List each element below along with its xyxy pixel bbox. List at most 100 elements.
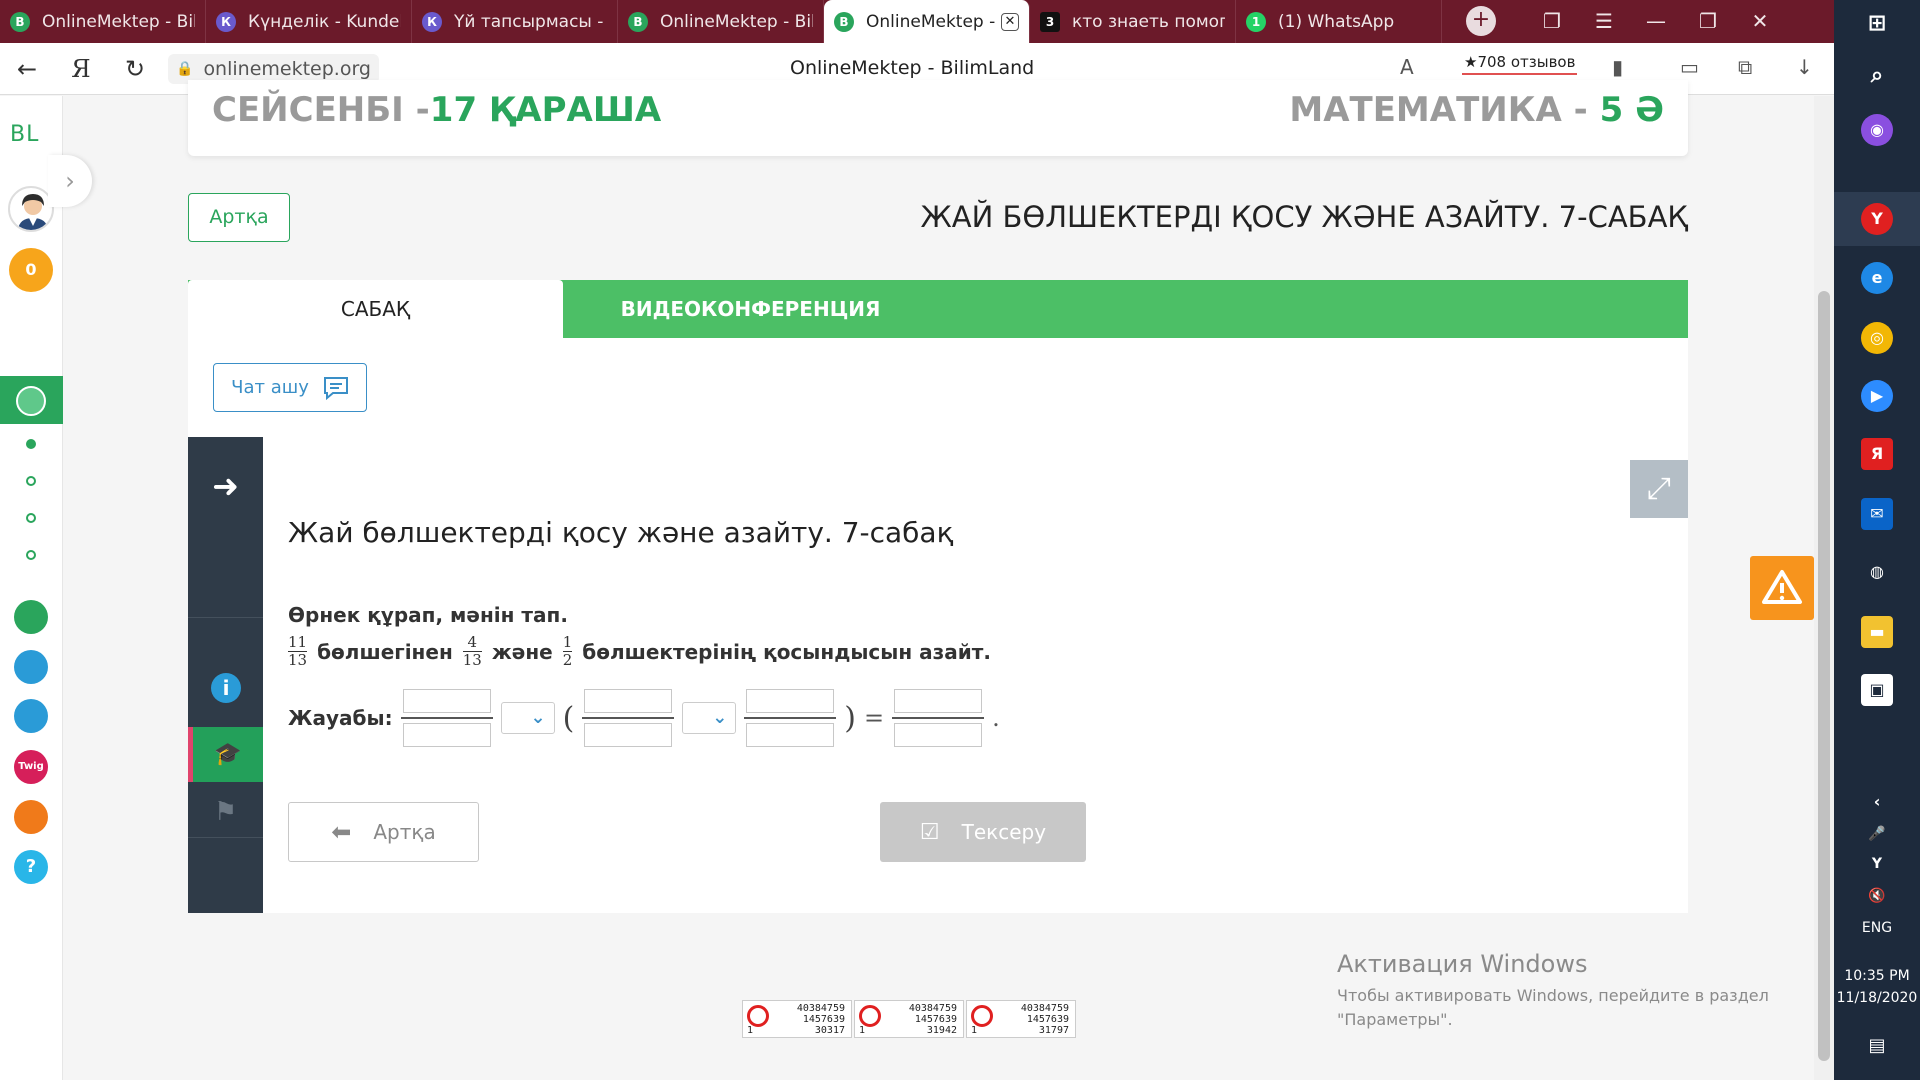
back-arrow-icon[interactable]: ← xyxy=(0,55,54,83)
help-icon[interactable]: ? xyxy=(14,850,48,884)
store-icon[interactable]: ▣ xyxy=(1861,674,1893,706)
question-word: бөлшектерінің қосындысын азайт. xyxy=(582,639,991,664)
edge-icon[interactable]: e xyxy=(1861,262,1893,294)
clock-date[interactable]: 11/18/2020 xyxy=(1834,990,1920,1006)
minimize-icon[interactable]: — xyxy=(1630,0,1682,43)
zoom-icon[interactable]: ▶ xyxy=(1861,380,1893,412)
menu-icon[interactable]: ☰ xyxy=(1578,0,1630,43)
next-arrow-icon[interactable]: ➜ xyxy=(188,467,263,507)
report-warning-button[interactable] xyxy=(1750,556,1814,620)
denominator-input[interactable] xyxy=(584,723,673,747)
flag-icon[interactable]: ⚑ xyxy=(188,787,263,837)
bookmark-icon[interactable]: ▮ xyxy=(1612,55,1623,79)
sidebar-item-onlinemektep[interactable] xyxy=(0,376,63,424)
onlinemektep-favicon: B xyxy=(10,11,30,32)
denominator-input[interactable] xyxy=(746,723,835,747)
alice-icon[interactable]: ◉ xyxy=(1861,114,1893,146)
lesson-heading: ЖАЙ БӨЛШЕКТЕРДІ ҚОСУ ЖӘНЕ АЗАЙТУ. 7-САБА… xyxy=(920,200,1688,234)
bilimland-app-icon[interactable] xyxy=(14,600,48,634)
counter-widget[interactable]: 40384759 1457639 31797 1 xyxy=(966,1000,1076,1038)
collections-icon[interactable]: ❐ xyxy=(1526,0,1578,43)
period: . xyxy=(992,704,1000,732)
media-icon[interactable]: ◍ xyxy=(1861,556,1893,588)
restore-icon[interactable]: ❐ xyxy=(1682,0,1734,43)
clock-time[interactable]: 10:35 PM xyxy=(1834,968,1920,984)
microphone-icon[interactable]: 🎤 xyxy=(1861,818,1893,850)
new-tab-button[interactable]: + xyxy=(1466,6,1496,36)
url-field[interactable]: 🔒 onlinemektep.org xyxy=(168,53,379,84)
denominator-input[interactable] xyxy=(402,723,491,747)
yandex-icon[interactable]: Я xyxy=(54,55,108,83)
windows-start-icon[interactable]: ⊞ xyxy=(1861,8,1893,40)
yandex-icon[interactable]: Я xyxy=(1861,438,1893,470)
fullscreen-icon[interactable]: ⤢ xyxy=(1630,460,1688,518)
file-explorer-icon[interactable]: ▬ xyxy=(1861,616,1893,648)
counter-widget[interactable]: 40384759 1457639 30317 1 xyxy=(742,1000,852,1038)
back-button[interactable]: Артқа xyxy=(188,193,290,242)
bilimland-logo[interactable]: BL xyxy=(10,122,39,147)
browser-tab[interactable]: 3 кто знаеть помогите xyxy=(1030,0,1236,43)
tab-lesson[interactable]: САБАҚ xyxy=(188,280,563,338)
answer-row: Жауабы: ⌄ ( ⌄ ) = . xyxy=(288,686,1000,750)
notifications-icon[interactable]: ▤ xyxy=(1861,1030,1893,1062)
question-text: 11 13 бөлшегінен 4 13 және 12 бөлшектеріні… xyxy=(288,634,991,669)
tab-title: (1) WhatsApp xyxy=(1278,11,1395,32)
previous-label: Артқа xyxy=(373,820,436,844)
bilimbook-app-icon[interactable] xyxy=(14,650,48,684)
close-tab-icon[interactable]: ✕ xyxy=(1001,12,1019,31)
numerator-input[interactable] xyxy=(746,689,835,713)
fraction: 4 13 xyxy=(462,633,482,669)
mektep-app-icon[interactable] xyxy=(14,800,48,834)
previous-button[interactable]: ⬅ Артқа xyxy=(288,802,479,862)
browser-tab[interactable]: B OnlineMektep - Bilim xyxy=(618,0,824,43)
search-icon[interactable]: ⌕ xyxy=(1861,60,1893,92)
yandex-tray-icon[interactable]: Y xyxy=(1861,848,1893,880)
browser-tab[interactable]: К Үй тапсырмасы - Ku xyxy=(412,0,618,43)
browser-tab[interactable]: 1 (1) WhatsApp xyxy=(1236,0,1442,43)
fraction: 11 13 xyxy=(288,633,308,669)
nav-dot[interactable] xyxy=(26,513,36,523)
browser-tab-bar: B OnlineMektep - Bilim К Күнделік - Kundel… xyxy=(0,0,1834,43)
numerator-input[interactable] xyxy=(402,689,491,713)
language-indicator[interactable]: ENG xyxy=(1834,920,1920,936)
numerator-input[interactable] xyxy=(584,689,673,713)
battery-saver-icon[interactable]: ▭ xyxy=(1680,55,1699,79)
operator-select[interactable]: ⌄ xyxy=(500,702,555,734)
browser-tab[interactable]: B OnlineMektep - Bilim xyxy=(0,0,206,43)
extensions-icon[interactable]: ⧉ xyxy=(1738,55,1752,79)
nav-dot[interactable] xyxy=(26,439,36,449)
numerator-input[interactable] xyxy=(894,689,983,713)
yandex-browser-icon[interactable]: Y xyxy=(1861,203,1893,235)
nav-dot[interactable] xyxy=(26,476,36,486)
chevron-up-icon[interactable]: ‹ xyxy=(1861,786,1893,818)
twig-app-icon[interactable]: Twig xyxy=(14,750,48,784)
fraction: 12 xyxy=(562,633,573,669)
rail-expand-chevron-icon[interactable]: › xyxy=(48,155,92,207)
mail-icon[interactable]: ✉ xyxy=(1861,498,1893,530)
url-text: onlinemektep.org xyxy=(203,57,371,80)
kundelik-favicon: К xyxy=(216,11,236,32)
reviews-badge[interactable]: ★708 отзывов xyxy=(1462,53,1578,75)
counter-widget[interactable]: 40384759 1457639 31942 1 xyxy=(854,1000,964,1038)
check-button[interactable]: ☑ Тексеру xyxy=(880,802,1086,862)
downloads-icon[interactable]: ↓ xyxy=(1796,55,1813,79)
page-scrollbar[interactable] xyxy=(1814,96,1834,1080)
reload-icon[interactable]: ↻ xyxy=(108,55,162,83)
close-window-icon[interactable]: ✕ xyxy=(1734,0,1786,43)
translate-icon[interactable]: A xyxy=(1400,55,1414,79)
test-app-icon[interactable] xyxy=(14,699,48,733)
open-chat-button[interactable]: Чат ашу xyxy=(213,363,367,412)
info-icon[interactable]: i xyxy=(211,673,241,703)
graduation-cap-icon[interactable]: 🎓 xyxy=(188,727,263,782)
browser-tab[interactable]: К Күнделік - Kundelik.k xyxy=(206,0,412,43)
question-instruction: Өрнек құрап, мәнін тап. xyxy=(288,603,568,627)
browser-tab-active[interactable]: B OnlineMektep - Bi✕ xyxy=(824,0,1030,43)
coins-badge[interactable]: 0 xyxy=(9,248,53,292)
chrome-icon[interactable]: ◎ xyxy=(1861,322,1893,354)
nav-dot[interactable] xyxy=(26,550,36,560)
denominator-input[interactable] xyxy=(894,723,983,747)
scrollbar-thumb[interactable] xyxy=(1818,291,1830,1061)
volume-muted-icon[interactable]: 🔇 xyxy=(1861,880,1893,912)
tab-videoconference[interactable]: ВИДЕОКОНФЕРЕНЦИЯ xyxy=(563,280,938,338)
operator-select[interactable]: ⌄ xyxy=(682,702,737,734)
